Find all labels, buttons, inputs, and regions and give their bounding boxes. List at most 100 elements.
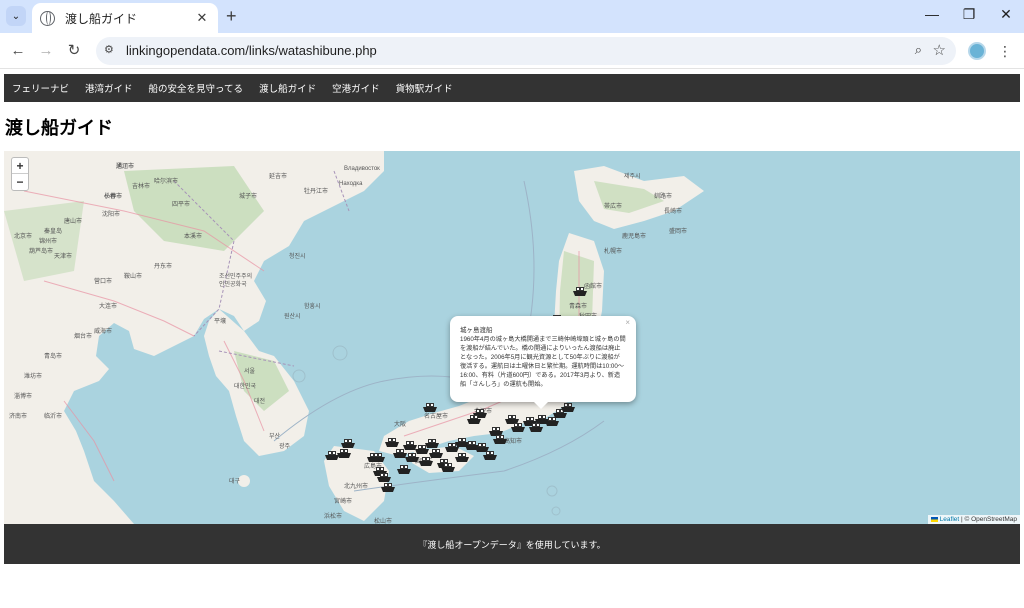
bookmark-star-icon[interactable]: ☆ [933,41,946,59]
map-place-label: 北京市 [14,234,33,240]
popup-close-icon[interactable]: × [625,318,630,327]
map-place-label: 제주시 [624,174,641,180]
ferry-marker-icon[interactable] [466,413,482,425]
nav-item-watashibune-guide[interactable]: 渡し船ガイド [259,81,316,95]
map-place-label: 大连市 [99,304,118,310]
minimize-button[interactable]: — [918,6,946,22]
map-place-label: 哈尔滨市 [154,179,179,185]
map-place-label: 青岛市 [44,354,63,360]
address-bar[interactable]: ⚙ linkingopendata.com/links/watashibune.… [96,37,956,65]
tab-close-icon[interactable]: ✕ [194,10,210,26]
map-place-label: Владивосток [344,166,380,172]
map-place-label: 临沂市 [44,414,63,420]
map-place-label: 松山市 [374,519,393,524]
map-place-label: 小樽市 [104,194,123,200]
browser-toolbar: ← → ↻ ⚙ linkingopendata.com/links/watash… [0,33,1024,69]
map-place-label: 葫芦岛市 [29,249,54,255]
map-place-label: 城子市 [239,194,258,200]
map-container[interactable]: 通辽市 长春市 吉林市 哈尔滨市 沈阳市 四平市 丹东市 大连市 营口市 鞍山市 本溪市 延吉市 牡丹江… [4,151,1020,524]
site-info-icon[interactable]: ⚙ [104,43,120,59]
forward-icon[interactable]: → [36,41,56,61]
zoom-in-button[interactable]: + [12,158,28,174]
tab-strip: ⌄ 渡し船ガイド ✕ + — ❐ ✕ [0,0,1024,33]
map-place-label: 대구 [229,479,241,485]
map-place-label: 北九州市 [344,484,369,490]
map-place-label: 청진시 [289,254,306,260]
map-place-label: Находка [339,181,363,187]
ferry-marker-icon[interactable] [422,401,438,413]
tab-search-button[interactable]: ⌄ [6,6,26,26]
footer-text: 『渡し船オープンデータ』を使用しています。 [418,539,606,550]
nav-item-freight-station-guide[interactable]: 貨物駅ガイド [396,81,453,95]
ferry-marker-icon[interactable] [492,433,508,445]
page-title: 渡し船ガイド [5,118,113,138]
map-place-label: 潍坊市 [24,374,43,380]
map-place-label: 沈阳市 [102,212,121,218]
new-tab-button[interactable]: + [226,7,237,25]
back-icon[interactable]: ← [8,41,28,61]
map-place-label: 青森市 [569,304,588,310]
map-place-label: 鞍山市 [124,274,143,280]
map-place-label: 大阪 [394,422,407,428]
map-place-label: 济南市 [9,414,28,420]
map-place-label: 锦州市 [39,239,58,245]
ferry-marker-icon[interactable] [418,455,434,467]
map-place-label: 帯広市 [604,204,623,210]
osm-attribution[interactable]: | © OpenStreetMap [961,516,1017,523]
nav-item-ship-safety[interactable]: 船の安全を見守ってる [149,81,244,95]
map-place-label: 旭川市 [116,164,135,170]
ferry-marker-icon[interactable] [454,451,470,463]
map-place-label: 盛岡市 [669,229,688,235]
url-text[interactable]: linkingopendata.com/links/watashibune.ph… [126,43,377,58]
map-place-label: 부산 [269,434,281,440]
leaflet-link[interactable]: Leaflet [940,516,960,523]
map-place-label: 長崎市 [664,209,683,215]
page-footer: 『渡し船オープンデータ』を使用しています。 [4,524,1020,564]
map-place-label: 札幌市 [604,249,623,255]
close-window-button[interactable]: ✕ [992,6,1020,23]
ferry-marker-icon[interactable] [396,463,412,475]
nav-item-port-guide[interactable]: 港湾ガイド [85,81,133,95]
map-place-label: 함흥시 [304,304,321,310]
zoom-out-button[interactable]: − [12,174,28,190]
map-place-label: 天津市 [54,254,73,260]
ferry-marker-icon[interactable] [572,285,588,297]
nav-item-airport-guide[interactable]: 空港ガイド [332,81,380,95]
tab-title: 渡し船ガイド [65,11,138,26]
nav-item-ferry-navi[interactable]: フェリーナビ [12,81,69,95]
profile-avatar[interactable] [968,42,986,60]
zoom-control: + − [11,157,29,191]
map-place-label: 鹿児島市 [622,234,647,240]
restore-button[interactable]: ❐ [955,6,983,23]
map-place-label: 烟台市 [74,334,93,340]
ferry-marker-icon[interactable] [440,461,456,473]
map-place-label: 四平市 [172,202,191,208]
ferry-marker-icon[interactable] [366,451,382,463]
map-place-label: 서울 [244,369,256,375]
ferry-marker-icon[interactable] [380,481,396,493]
map-place-label: 원산시 [284,314,301,320]
map-place-label: 平壤 [214,319,227,325]
map-place-label: 秦皇岛 [44,229,63,235]
ferry-marker-icon[interactable] [482,449,498,461]
reload-icon[interactable]: ↻ [64,41,84,61]
ukraine-flag-icon [930,516,938,522]
ferry-marker-icon[interactable] [336,447,352,459]
map-place-label: 唐山市 [64,219,83,225]
ferry-popup: × 城ヶ島渡船 1960年4月の城ヶ島大橋開通まで三崎仲崎埠頭と城ヶ島の間を渡船… [450,316,636,409]
map-place-label: 광주 [279,444,291,450]
map-place-label: 牡丹江市 [304,189,329,195]
popup-title: 城ヶ島渡船 [460,327,493,334]
ferry-marker-icon[interactable] [510,421,526,433]
ferry-marker-icon[interactable] [560,401,576,413]
ferry-marker-icon[interactable] [392,447,408,459]
map-place-label: 吉林市 [132,184,151,190]
active-tab[interactable]: 渡し船ガイド ✕ [32,3,218,33]
browser-menu-icon[interactable]: ⋮ [998,42,1012,60]
map-place-label: 釧路市 [654,194,673,200]
ferry-marker-icon[interactable] [528,421,544,433]
zoom-icon[interactable]: ⌕ [915,42,922,58]
map-place-label: 营口市 [94,279,113,285]
site-nav: フェリーナビ 港湾ガイド 船の安全を見守ってる 渡し船ガイド 空港ガイド 貨物駅… [4,74,1020,102]
map-place-label: 宮崎市 [334,499,353,505]
